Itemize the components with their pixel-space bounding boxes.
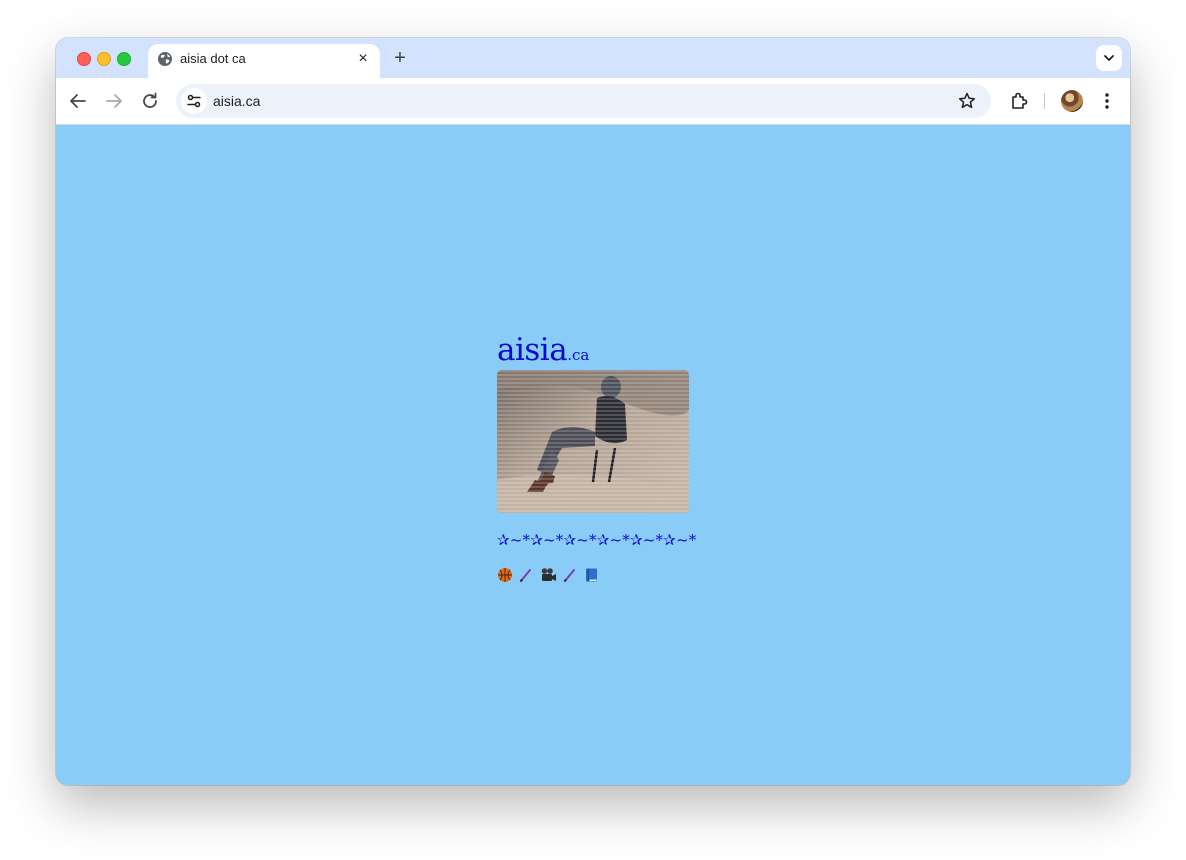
profile-avatar[interactable]	[1061, 90, 1083, 112]
site-name-main: aisia	[497, 332, 568, 368]
bookmark-star-icon[interactable]	[957, 91, 977, 111]
link-basketball[interactable]	[497, 565, 513, 583]
tab-strip: aisia dot ca × +	[56, 38, 1130, 78]
link-pencil-2[interactable]	[563, 565, 577, 583]
page-viewport: aisia.ca ✰~*✰~*✰~*✰~*✰~*✰~*	[56, 125, 1130, 785]
tab-title: aisia dot ca	[180, 51, 246, 66]
address-bar[interactable]: aisia.ca	[176, 84, 991, 118]
basketball-icon	[498, 568, 512, 583]
close-window-button[interactable]	[77, 52, 91, 66]
link-row	[497, 565, 697, 585]
maximize-window-button[interactable]	[117, 52, 131, 66]
link-book[interactable]	[584, 565, 599, 583]
tune-icon	[187, 94, 201, 108]
reload-icon[interactable]	[138, 89, 162, 113]
page-content: aisia.ca ✰~*✰~*✰~*✰~*✰~*✰~*	[497, 333, 697, 585]
url-text[interactable]: aisia.ca	[213, 93, 260, 109]
site-info-button[interactable]	[181, 88, 207, 114]
site-title: aisia.ca	[497, 333, 697, 369]
globe-icon	[158, 52, 172, 66]
close-tab-icon[interactable]: ×	[355, 51, 371, 67]
extensions-puzzle-icon[interactable]	[1008, 90, 1030, 112]
minimize-window-button[interactable]	[97, 52, 111, 66]
book-icon	[585, 568, 597, 582]
profile-photo	[497, 370, 689, 513]
browser-tab[interactable]: aisia dot ca ×	[148, 44, 380, 78]
forward-icon[interactable]	[102, 89, 126, 113]
back-icon[interactable]	[66, 89, 90, 113]
browser-toolbar: aisia.ca	[56, 78, 1130, 125]
stars-divider: ✰~*✰~*✰~*✰~*✰~*✰~*	[497, 531, 697, 549]
chevron-down-icon	[1104, 55, 1114, 61]
pencil-icon	[520, 569, 532, 583]
toolbar-divider	[1044, 93, 1045, 109]
more-menu-icon[interactable]	[1097, 90, 1117, 112]
pencil-icon	[564, 569, 576, 583]
link-movie-camera[interactable]	[540, 565, 557, 583]
site-name-tld: .ca	[567, 346, 590, 364]
movie-camera-icon	[541, 568, 556, 582]
new-tab-button[interactable]: +	[390, 48, 410, 68]
browser-window: aisia dot ca × + aisia.ca aisia.ca ✰~*✰~…	[56, 38, 1130, 785]
tab-search-button[interactable]	[1096, 45, 1122, 71]
link-pencil-1[interactable]	[519, 565, 533, 583]
